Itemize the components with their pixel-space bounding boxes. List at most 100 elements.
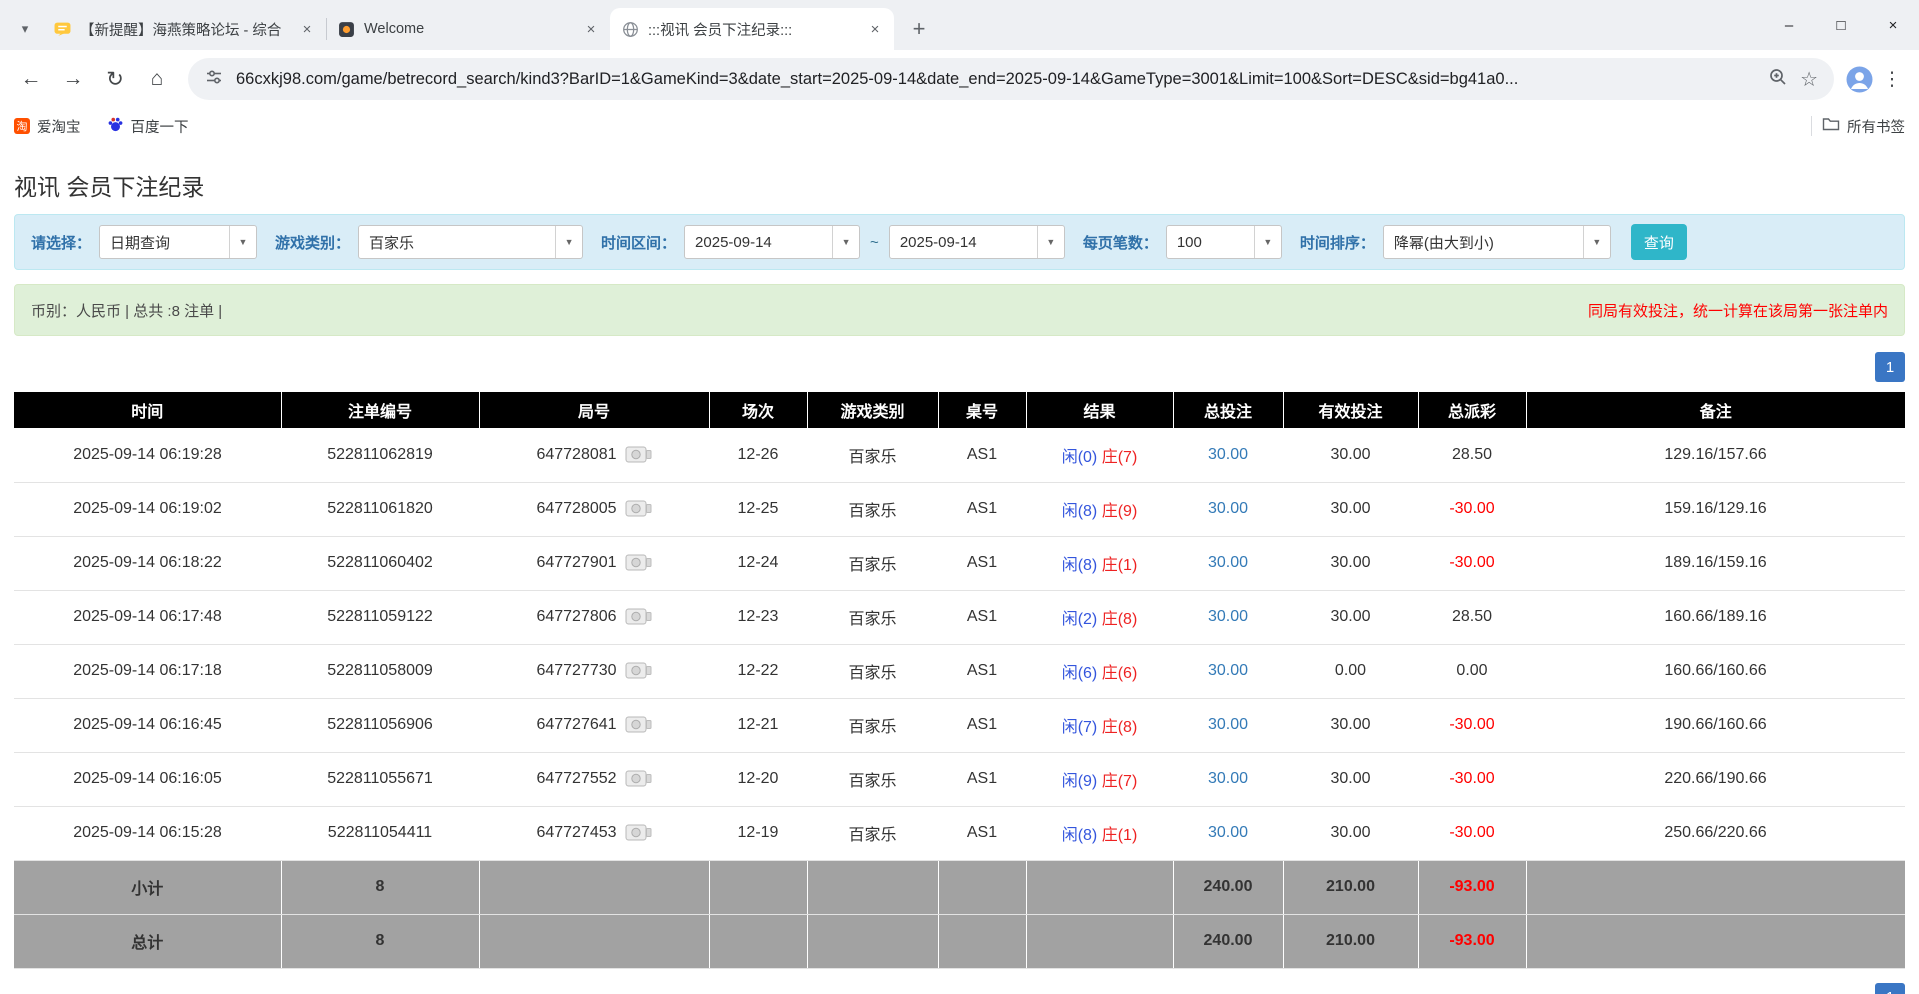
range-separator: ~ bbox=[870, 234, 879, 251]
col-bet-id: 注单编号 bbox=[281, 392, 479, 428]
query-button[interactable]: 查询 bbox=[1631, 224, 1687, 260]
total-bet-link[interactable]: 30.00 bbox=[1208, 500, 1248, 517]
tab-welcome[interactable]: Welcome × bbox=[326, 8, 610, 50]
video-replay-icon[interactable] bbox=[625, 498, 652, 520]
cell-note: 250.66/220.66 bbox=[1526, 806, 1905, 860]
video-replay-icon[interactable] bbox=[625, 714, 652, 736]
date-end-value: 2025-09-14 bbox=[890, 226, 1037, 258]
video-replay-icon[interactable] bbox=[625, 660, 652, 682]
cell-result: 闲(6) 庄(6) bbox=[1026, 644, 1173, 698]
banker-result: 庄(7) bbox=[1102, 449, 1138, 466]
back-button[interactable]: ← bbox=[12, 60, 50, 98]
chevron-down-icon[interactable]: ▼ bbox=[1254, 226, 1281, 258]
total-bet-link[interactable]: 30.00 bbox=[1208, 716, 1248, 733]
cell-bet-id: 522811061820 bbox=[281, 482, 479, 536]
mode-select[interactable]: 日期查询 ▼ bbox=[99, 225, 257, 259]
cell-time: 2025-09-14 06:17:48 bbox=[14, 590, 281, 644]
tab-close-icon[interactable]: × bbox=[296, 18, 318, 40]
date-range-label: 时间区间： bbox=[601, 232, 676, 253]
browser-menu-icon[interactable]: ⋮ bbox=[1877, 60, 1907, 98]
total-bet-link[interactable]: 30.00 bbox=[1208, 608, 1248, 625]
cell-game-type: 百家乐 bbox=[807, 698, 938, 752]
video-replay-icon[interactable] bbox=[625, 822, 652, 844]
bookmark-taobao[interactable]: 淘 爱淘宝 bbox=[14, 116, 81, 137]
cell-payout: -30.00 bbox=[1418, 536, 1526, 590]
refresh-button[interactable]: ↻ bbox=[96, 60, 134, 98]
tab-close-icon[interactable]: × bbox=[580, 18, 602, 40]
cell-session: 12-21 bbox=[709, 698, 807, 752]
tab-forum[interactable]: 【新提醒】海燕策略论坛 - 综合 × bbox=[42, 8, 326, 50]
date-start-select[interactable]: 2025-09-14 ▼ bbox=[684, 225, 860, 259]
banker-result: 庄(1) bbox=[1102, 557, 1138, 574]
game-type-select[interactable]: 百家乐 ▼ bbox=[358, 225, 583, 259]
chevron-down-icon[interactable]: ▼ bbox=[555, 226, 582, 258]
cell-note: 129.16/157.66 bbox=[1526, 428, 1905, 482]
chevron-down-icon[interactable]: ▼ bbox=[1037, 226, 1064, 258]
page-size-value: 100 bbox=[1167, 226, 1254, 258]
round-number: 647727552 bbox=[536, 770, 616, 788]
cell-time: 2025-09-14 06:15:28 bbox=[14, 806, 281, 860]
video-replay-icon[interactable] bbox=[625, 444, 652, 466]
cell-bet-id: 522811055671 bbox=[281, 752, 479, 806]
bookmark-baidu[interactable]: 百度一下 bbox=[107, 116, 189, 137]
tab-search-button[interactable]: ▾ bbox=[8, 8, 42, 50]
chevron-down-icon[interactable]: ▼ bbox=[832, 226, 859, 258]
chevron-down-icon[interactable]: ▼ bbox=[229, 226, 256, 258]
banker-result: 庄(1) bbox=[1102, 827, 1138, 844]
total-bet-link[interactable]: 30.00 bbox=[1208, 770, 1248, 787]
page-size-label: 每页笔数： bbox=[1083, 232, 1158, 253]
all-bookmarks-button[interactable]: 所有书签 bbox=[1822, 116, 1905, 137]
cell-payout: -30.00 bbox=[1418, 698, 1526, 752]
cell-session: 12-23 bbox=[709, 590, 807, 644]
close-window-button[interactable]: × bbox=[1867, 0, 1919, 50]
video-replay-icon[interactable] bbox=[625, 606, 652, 628]
cell-round: 647727552 bbox=[479, 752, 709, 806]
welcome-favicon bbox=[338, 21, 355, 38]
cell-session: 12-25 bbox=[709, 482, 807, 536]
total-bet-link[interactable]: 30.00 bbox=[1208, 662, 1248, 679]
bookmark-star-icon[interactable]: ☆ bbox=[1800, 67, 1818, 92]
url-text[interactable]: 66cxkj98.com/game/betrecord_search/kind3… bbox=[236, 70, 1756, 89]
banker-result: 庄(8) bbox=[1102, 719, 1138, 736]
video-replay-icon[interactable] bbox=[625, 552, 652, 574]
site-settings-icon[interactable] bbox=[204, 67, 224, 92]
cell-total-bet: 30.00 bbox=[1173, 644, 1283, 698]
total-row: 总计 8 240.00 210.00 -93.00 bbox=[14, 914, 1905, 968]
chevron-down-icon[interactable]: ▼ bbox=[1583, 226, 1610, 258]
minimize-button[interactable]: – bbox=[1763, 0, 1815, 50]
cell-game-type: 百家乐 bbox=[807, 806, 938, 860]
cell-game-type: 百家乐 bbox=[807, 536, 938, 590]
address-bar[interactable]: 66cxkj98.com/game/betrecord_search/kind3… bbox=[188, 58, 1834, 100]
page-1-button[interactable]: 1 bbox=[1875, 352, 1905, 382]
subtotal-count: 8 bbox=[281, 860, 479, 914]
date-end-select[interactable]: 2025-09-14 ▼ bbox=[889, 225, 1065, 259]
cell-session: 12-24 bbox=[709, 536, 807, 590]
tab-bet-records[interactable]: :::视讯 会员下注纪录::: × bbox=[610, 8, 894, 50]
tab-close-icon[interactable]: × bbox=[864, 18, 886, 40]
zoom-icon[interactable] bbox=[1768, 67, 1788, 92]
sort-label: 时间排序： bbox=[1300, 232, 1375, 253]
cell-result: 闲(0) 庄(7) bbox=[1026, 428, 1173, 482]
maximize-button[interactable]: □ bbox=[1815, 0, 1867, 50]
total-bet-link[interactable]: 30.00 bbox=[1208, 446, 1248, 463]
total-bet-link[interactable]: 30.00 bbox=[1208, 824, 1248, 841]
cell-time: 2025-09-14 06:16:05 bbox=[14, 752, 281, 806]
cell-valid-bet: 30.00 bbox=[1283, 698, 1418, 752]
total-bet-link[interactable]: 30.00 bbox=[1208, 554, 1248, 571]
profile-avatar[interactable] bbox=[1846, 66, 1873, 93]
cell-table: AS1 bbox=[938, 752, 1026, 806]
cell-time: 2025-09-14 06:17:18 bbox=[14, 644, 281, 698]
chevron-down-icon: ▾ bbox=[22, 21, 29, 37]
game-type-label: 游戏类别： bbox=[275, 232, 350, 253]
video-replay-icon[interactable] bbox=[625, 768, 652, 790]
sort-select[interactable]: 降幂(由大到小) ▼ bbox=[1383, 225, 1611, 259]
page-1-button[interactable]: 1 bbox=[1875, 983, 1905, 994]
forward-button[interactable]: → bbox=[54, 60, 92, 98]
player-result: 闲(0) bbox=[1062, 449, 1098, 466]
page-size-select[interactable]: 100 ▼ bbox=[1166, 225, 1282, 259]
home-button[interactable]: ⌂ bbox=[138, 60, 176, 98]
bookmark-label: 爱淘宝 bbox=[37, 116, 81, 137]
new-tab-button[interactable]: + bbox=[902, 12, 936, 46]
cell-table: AS1 bbox=[938, 698, 1026, 752]
cell-payout: -30.00 bbox=[1418, 806, 1526, 860]
